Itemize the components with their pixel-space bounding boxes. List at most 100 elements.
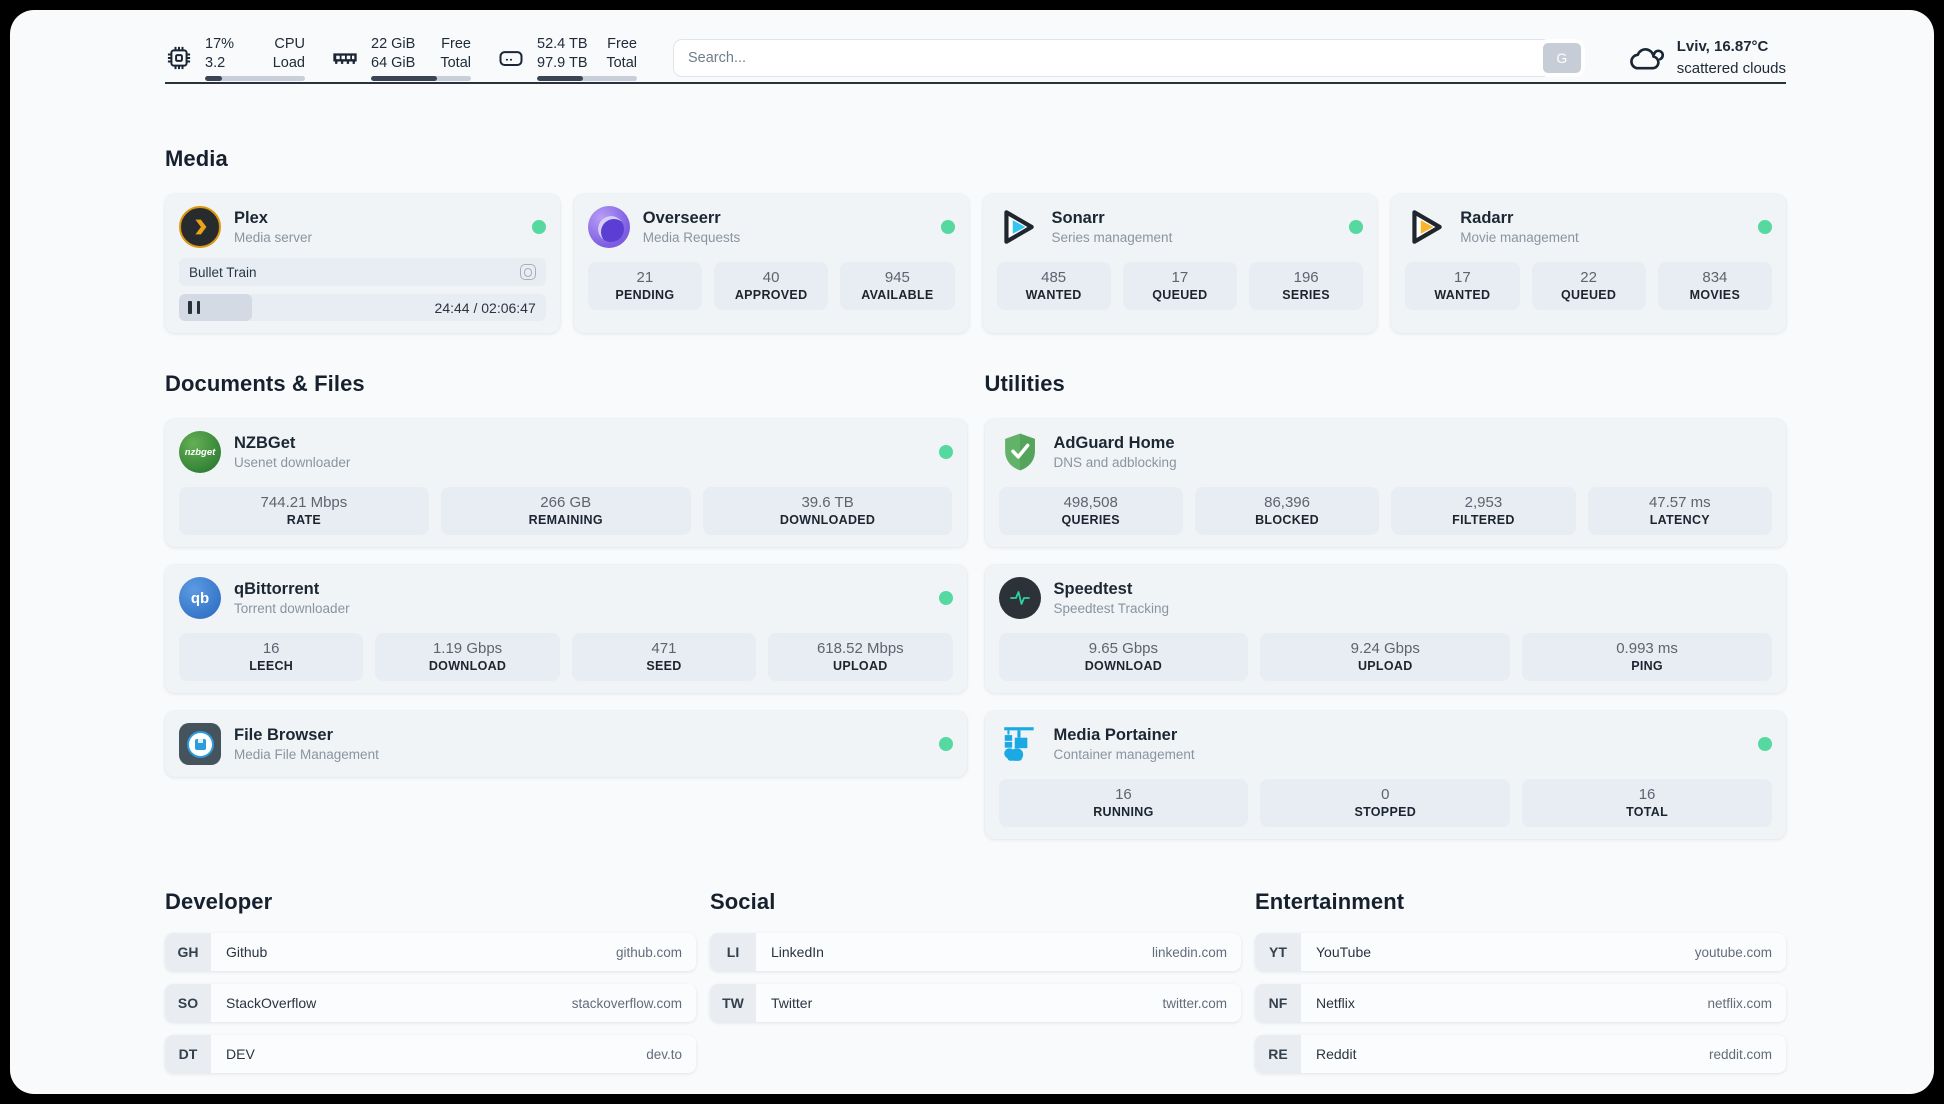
link-github[interactable]: GH Github github.com xyxy=(165,933,696,971)
status-online-dot xyxy=(1349,220,1364,234)
app-name: Overseerr xyxy=(642,209,721,227)
search-input[interactable] xyxy=(673,39,1585,77)
cpu-stat: 17% 3.2 CPU Load xyxy=(165,35,305,82)
link-netflix[interactable]: NF Netflix netflix.com xyxy=(1255,984,1786,1022)
stat-blocked: 86,396 BLOCKED xyxy=(1194,487,1380,535)
search-engine-button[interactable]: G xyxy=(1538,39,1585,77)
section-developer: Developer GH Github github.com SO StackO… xyxy=(165,889,696,1073)
stat-pending: 21 PENDING xyxy=(587,262,702,310)
disk-stat: 52.4 TB 97.9 TB Free Total xyxy=(497,35,637,82)
cpu-label-top: CPU xyxy=(274,35,305,52)
cpu-progress-bar xyxy=(205,76,305,82)
app-description: Torrent downloader xyxy=(234,601,350,616)
link-badge: TW xyxy=(710,984,756,1022)
card-nzbget[interactable]: nzbget NZBGet Usenet downloader 744.21 M… xyxy=(165,419,967,547)
card-plex[interactable]: Plex Media server Bullet Train 24:44 / 0… xyxy=(165,194,560,333)
card-overseerr[interactable]: Overseerr Media Requests 21 PENDING 40 A… xyxy=(573,194,969,333)
card-portainer[interactable]: Media Portainer Container management 16 … xyxy=(984,711,1786,839)
card-radarr[interactable]: Radarr Movie management 17 WANTED 22 QUE… xyxy=(1391,194,1786,333)
ram-label-bottom: Total xyxy=(440,54,471,71)
playback-progress-bar[interactable]: 24:44 / 02:06:47 xyxy=(179,294,546,321)
card-filebrowser[interactable]: File Browser Media File Management xyxy=(165,711,967,777)
adguard-icon xyxy=(999,431,1041,473)
stat-downloaded: 39.6 TB DOWNLOADED xyxy=(702,487,953,535)
cloud-icon xyxy=(1629,48,1664,70)
stat-queued: 17 QUEUED xyxy=(1122,262,1237,310)
section-title-documents: Documents & Files xyxy=(165,371,365,396)
cpu-usage-value: 17% xyxy=(205,35,235,52)
stat-stopped: 0 STOPPED xyxy=(1260,779,1511,827)
speedtest-icon xyxy=(998,577,1041,619)
disk-progress-bar xyxy=(537,76,637,82)
app-name: Radarr xyxy=(1460,209,1514,227)
stat-seed: 471 SEED xyxy=(571,633,757,681)
pause-icon[interactable] xyxy=(188,301,200,314)
weather-condition: scattered clouds xyxy=(1676,60,1786,77)
ram-total-value: 64 GiB xyxy=(371,54,416,71)
link-youtube[interactable]: YT YouTube youtube.com xyxy=(1255,933,1786,971)
link-linkedin[interactable]: LI LinkedIn linkedin.com xyxy=(710,933,1241,971)
filebrowser-icon xyxy=(179,723,221,765)
weather-widget[interactable]: Lviv, 16.87°C scattered clouds xyxy=(1627,36,1786,80)
app-name: Sonarr xyxy=(1051,209,1105,227)
header-divider xyxy=(165,82,1786,84)
stat-series: 196 SERIES xyxy=(1249,262,1364,310)
app-name: File Browser xyxy=(234,726,334,744)
stat-ping: 0.993 ms PING xyxy=(1522,633,1772,681)
stat-filtered: 2,953 FILTERED xyxy=(1391,487,1576,535)
status-online-dot xyxy=(531,220,546,234)
status-online-dot xyxy=(938,737,953,751)
link-reddit[interactable]: RE Reddit reddit.com xyxy=(1255,1035,1786,1073)
section-title-developer: Developer xyxy=(165,889,273,914)
link-url: reddit.com xyxy=(1708,1046,1772,1062)
disk-free-value: 52.4 TB xyxy=(537,35,588,52)
link-badge: NF xyxy=(1255,984,1301,1022)
open-modal-icon[interactable] xyxy=(519,264,536,280)
stat-rate: 744.21 Mbps RATE xyxy=(179,487,429,535)
app-description: Series management xyxy=(1051,230,1173,245)
radarr-icon xyxy=(1405,206,1447,248)
link-url: netflix.com xyxy=(1707,995,1772,1011)
cpu-temp-value: 3.2 xyxy=(205,54,226,71)
card-sonarr[interactable]: Sonarr Series management 485 WANTED 17 Q… xyxy=(982,194,1378,333)
link-badge: LI xyxy=(710,933,756,971)
portainer-icon xyxy=(999,723,1041,765)
status-online-dot xyxy=(940,220,955,234)
status-online-dot xyxy=(938,445,953,459)
stat-running: 16 RUNNING xyxy=(998,779,1249,827)
section-documents: Documents & Files nzbget NZBGet Usenet d… xyxy=(165,371,967,777)
section-title-utilities: Utilities xyxy=(984,371,1065,396)
card-adguard[interactable]: AdGuard Home DNS and adblocking 498,508 … xyxy=(984,419,1786,547)
app-name: AdGuard Home xyxy=(1053,434,1175,452)
app-name: NZBGet xyxy=(234,434,296,452)
link-label: Twitter xyxy=(771,995,813,1011)
link-twitter[interactable]: TW Twitter twitter.com xyxy=(710,984,1241,1022)
app-name: qBittorrent xyxy=(234,580,320,598)
card-speedtest[interactable]: Speedtest Speedtest Tracking 9.65 Gbps D… xyxy=(984,565,1786,693)
status-online-dot xyxy=(1758,737,1772,751)
section-entertainment: Entertainment YT YouTube youtube.com NF … xyxy=(1255,889,1786,1073)
link-badge: SO xyxy=(165,984,211,1022)
ram-free-value: 22 GiB xyxy=(371,35,416,52)
link-url: github.com xyxy=(615,944,682,960)
link-label: LinkedIn xyxy=(771,944,824,960)
stat-wanted: 17 WANTED xyxy=(1405,262,1520,310)
search-bar: G xyxy=(673,39,1585,77)
section-title-entertainment: Entertainment xyxy=(1255,889,1405,914)
dashboard-page: 17% 3.2 CPU Load 22 GiB 64 GiB Free Tota… xyxy=(10,10,1934,1094)
card-qbittorrent[interactable]: qb qBittorrent Torrent downloader 16 LEE… xyxy=(165,565,967,693)
link-label: Github xyxy=(226,944,268,960)
link-badge: RE xyxy=(1255,1035,1301,1073)
section-utilities: Utilities AdGuard Home DNS and adblockin… xyxy=(984,371,1786,839)
sonarr-icon xyxy=(997,206,1039,248)
link-badge: DT xyxy=(165,1035,211,1073)
link-stackoverflow[interactable]: SO StackOverflow stackoverflow.com xyxy=(165,984,696,1022)
app-name: Media Portainer xyxy=(1053,726,1178,744)
cpu-label-bottom: Load xyxy=(272,54,305,71)
link-dev[interactable]: DT DEV dev.to xyxy=(165,1035,696,1073)
link-label: Netflix xyxy=(1316,995,1355,1011)
cpu-icon xyxy=(167,46,191,70)
app-name: Speedtest xyxy=(1053,580,1133,598)
disk-label-bottom: Total xyxy=(606,54,637,71)
nzbget-icon: nzbget xyxy=(179,431,221,473)
